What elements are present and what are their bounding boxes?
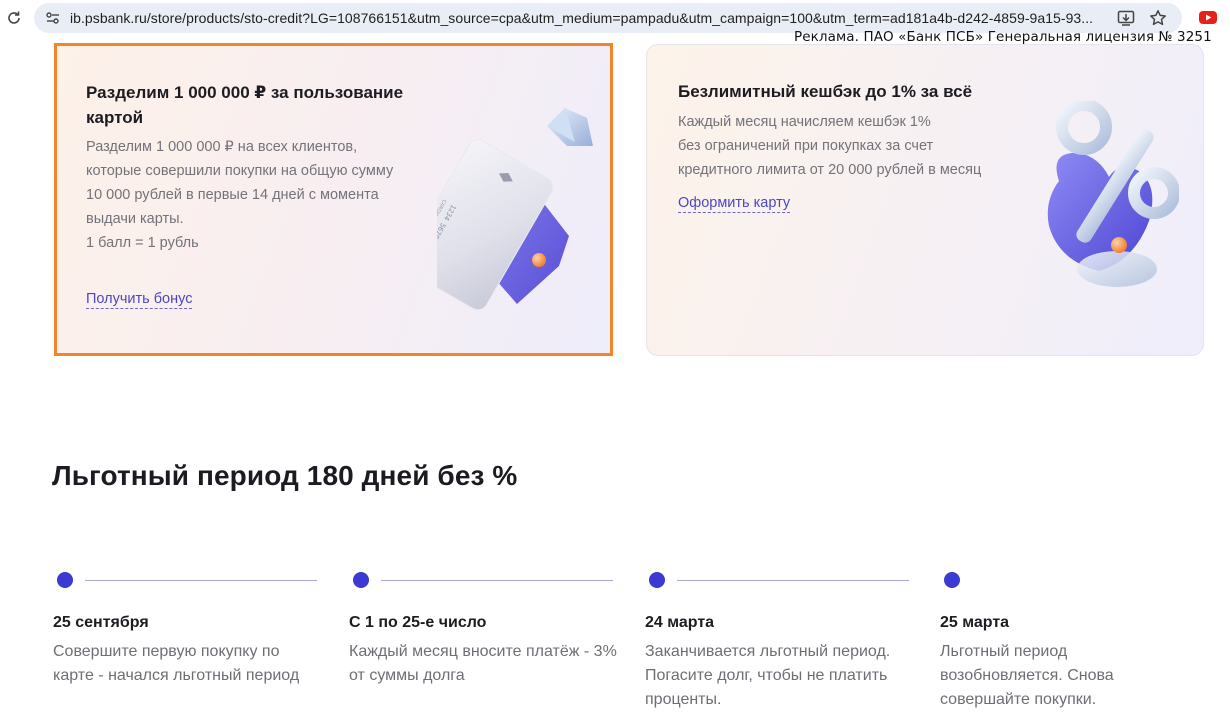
step-title: 25 марта bbox=[940, 614, 1010, 631]
credit-card-illustration: 1234 5678 9000 0000 CARDHOLDER NAME bbox=[437, 108, 593, 311]
step-title: 25 сентября bbox=[53, 614, 149, 631]
bonus-desc-line: Разделим 1 000 000 ₽ на всех клиентов, bbox=[86, 139, 358, 155]
bonus-card: Разделим 1 000 000 ₽ за пользование карт… bbox=[54, 43, 613, 356]
percent-illustration bbox=[1047, 101, 1179, 287]
step-description: Совершите первую покупку по карте - нача… bbox=[53, 643, 300, 684]
cashback-card-description: Каждый месяц начисляем кешбэк 1% без огр… bbox=[678, 110, 981, 182]
youtube-icon[interactable] bbox=[1199, 11, 1217, 24]
timeline-line bbox=[677, 580, 909, 581]
timeline-dot bbox=[57, 572, 73, 588]
step-title: 24 марта bbox=[645, 614, 715, 631]
cashback-desc-line: без ограничений при покупках за счет bbox=[678, 138, 934, 154]
timeline-dot bbox=[649, 572, 665, 588]
timeline-dot bbox=[353, 572, 369, 588]
cashback-desc-line: кредитного лимита от 20 000 рублей в мес… bbox=[678, 162, 982, 178]
get-bonus-link[interactable]: Получить бонус bbox=[86, 291, 193, 309]
star-icon[interactable] bbox=[1148, 8, 1168, 28]
install-icon[interactable] bbox=[1116, 8, 1136, 28]
step-title: С 1 по 25-е число bbox=[349, 614, 487, 631]
cashback-card: Безлимитный кешбэк до 1% за всё Каждый м… bbox=[646, 44, 1204, 356]
bonus-card-description: Разделим 1 000 000 ₽ на всех клиентов, к… bbox=[86, 135, 393, 255]
step-description: Каждый месяц вносите платёж - 3% от сумм… bbox=[349, 643, 617, 684]
bonus-card-title: Разделим 1 000 000 ₽ за пользование карт… bbox=[86, 83, 404, 127]
cashback-card-title: Безлимитный кешбэк до 1% за всё bbox=[678, 82, 973, 101]
timeline-line bbox=[85, 580, 317, 581]
step-description: Заканчивается льготный период. Погасите … bbox=[645, 643, 891, 708]
timeline-line bbox=[381, 580, 613, 581]
bonus-desc-line: выдачи карты. bbox=[86, 211, 184, 227]
grace-period-heading: Льготный период 180 дней без % bbox=[52, 460, 518, 491]
timeline-dot bbox=[944, 572, 960, 588]
apply-card-link[interactable]: Оформить карту bbox=[678, 195, 791, 213]
bonus-desc-line: 10 000 рублей в первые 14 дней с момента bbox=[86, 187, 379, 203]
reload-icon[interactable] bbox=[4, 8, 24, 28]
bonus-desc-line: 1 балл = 1 рубль bbox=[86, 235, 199, 251]
bonus-desc-line: которые совершили покупки на общую сумму bbox=[86, 163, 394, 179]
step-description: Льготный период возобновляется. Снова со… bbox=[940, 643, 1114, 708]
url-text[interactable]: ib.psbank.ru/store/products/sto-credit?L… bbox=[70, 10, 1100, 26]
site-info-icon[interactable] bbox=[44, 9, 62, 27]
cashback-desc-line: Каждый месяц начисляем кешбэк 1% bbox=[678, 114, 931, 130]
ad-disclaimer: Реклама. ПАО «Банк ПСБ» Генеральная лице… bbox=[794, 29, 1212, 45]
